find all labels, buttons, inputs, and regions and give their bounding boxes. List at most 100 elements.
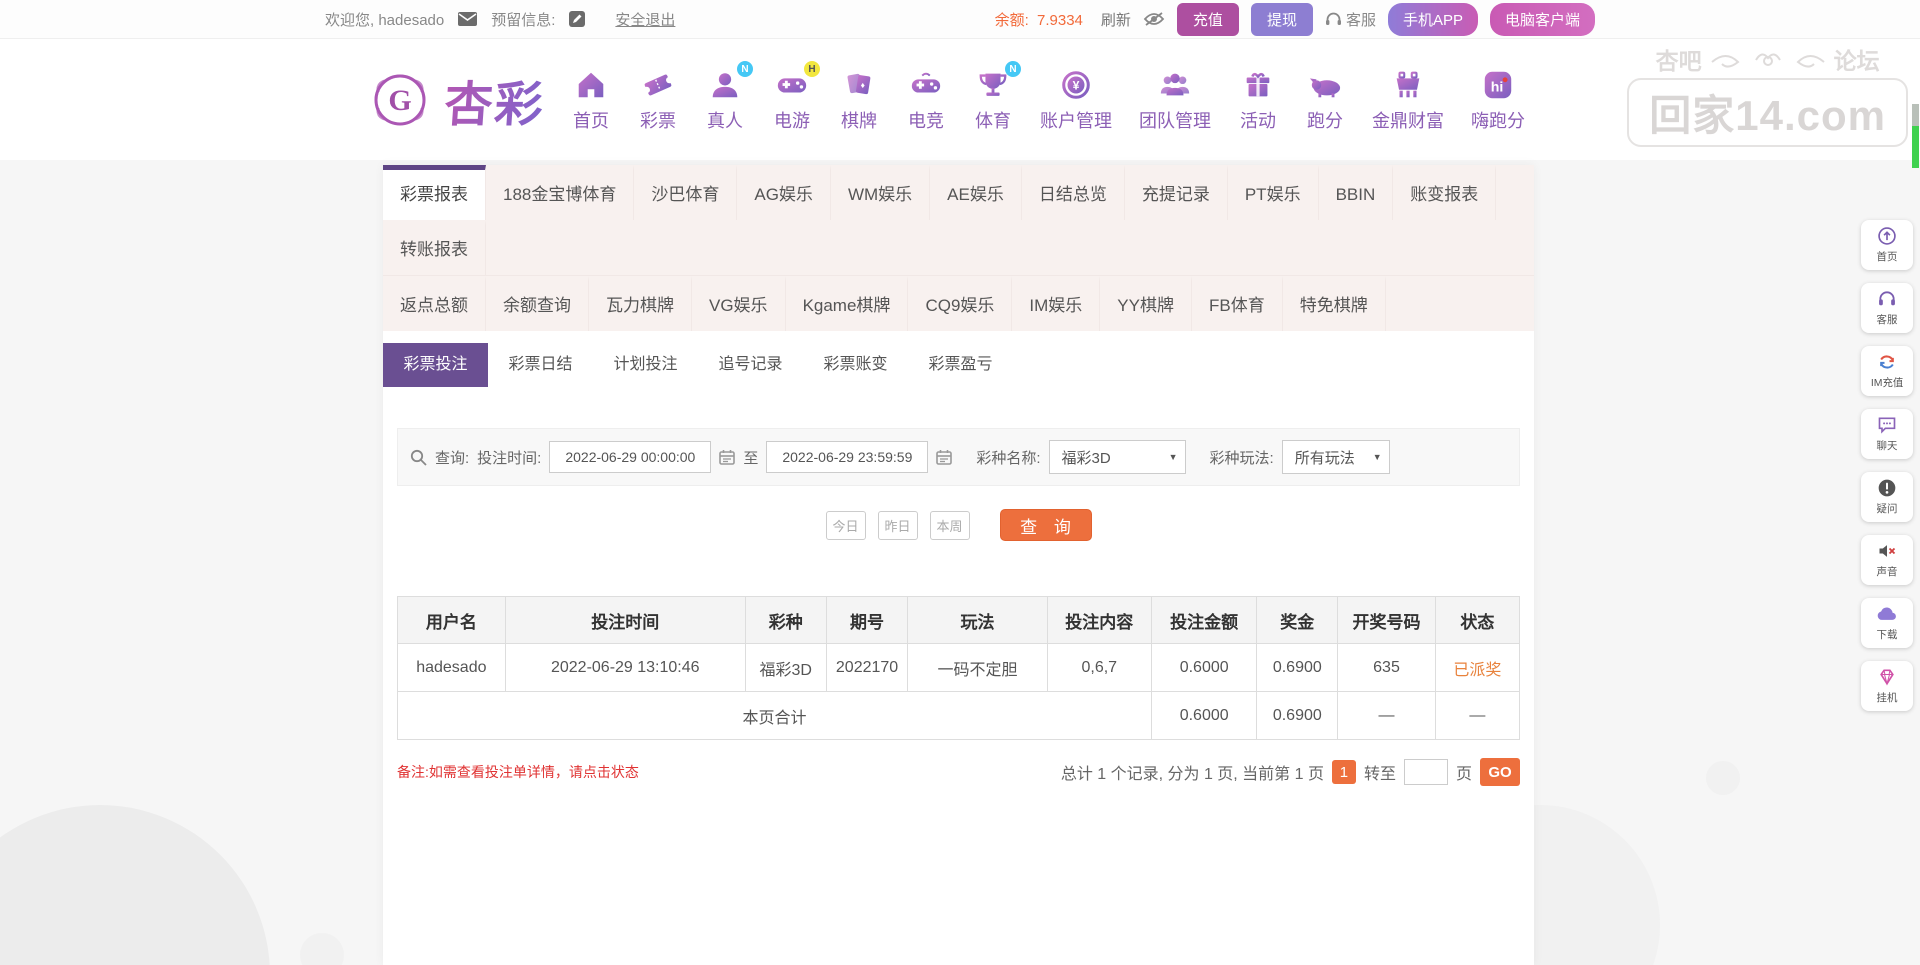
sidebar-item-service[interactable]: 客服	[1861, 283, 1913, 333]
bet-time-label: 投注时间:	[477, 449, 542, 467]
current-page-badge[interactable]: 1	[1331, 760, 1356, 784]
recharge-button[interactable]: 充值	[1176, 2, 1239, 36]
tab-lottery-report[interactable]: 彩票报表	[383, 165, 486, 220]
pc-client-button[interactable]: 电脑客户端	[1489, 2, 1595, 36]
tab-cq9[interactable]: CQ9娱乐	[908, 276, 1013, 331]
scrollbar-thumb[interactable]	[1912, 126, 1919, 168]
edit-icon[interactable]	[569, 11, 586, 27]
tabs-row2: 返点总额 余额查询 瓦力棋牌 VG娱乐 Kgame棋牌 CQ9娱乐 IM娱乐 Y…	[383, 275, 1534, 331]
mobile-app-button[interactable]: 手机APP	[1387, 2, 1478, 36]
balance: 余额: 7.9334	[995, 9, 1083, 30]
subtab-lottery-changes[interactable]: 彩票账变	[803, 343, 908, 387]
tab-fb-sport[interactable]: FB体育	[1192, 276, 1283, 331]
gamepad-icon	[777, 78, 807, 93]
tab-yy-cards[interactable]: YY棋牌	[1100, 276, 1192, 331]
cloud-icon	[1877, 607, 1896, 620]
sidebar-item-im-recharge[interactable]: IM充值	[1861, 346, 1913, 396]
nav-item-home[interactable]: 首页	[571, 66, 611, 133]
nav-item-cards[interactable]: ♦ 棋牌	[839, 66, 879, 133]
table-row: hadesado 2022-06-29 13:10:46 福彩3D 202217…	[397, 643, 1521, 692]
chat-bubble-icon	[1878, 417, 1896, 434]
today-button[interactable]: 今日	[825, 510, 866, 540]
go-button[interactable]: GO	[1480, 758, 1520, 786]
logo[interactable]: G 杏彩	[363, 63, 548, 137]
footer-label: 本页合计	[397, 691, 1152, 740]
refresh-link[interactable]: 刷新	[1101, 9, 1131, 30]
goto-label: 转至	[1363, 766, 1396, 783]
mail-icon[interactable]	[458, 12, 478, 26]
sidebar-item-sound[interactable]: 声音	[1861, 535, 1913, 585]
nav-item-esports[interactable]: 电竞	[906, 66, 946, 133]
subtab-chase-records[interactable]: 追号记录	[698, 343, 803, 387]
tab-rebate-total[interactable]: 返点总额	[383, 276, 486, 331]
yesterday-button[interactable]: 昨日	[877, 510, 918, 540]
nav-item-account[interactable]: ¥ 账户管理	[1040, 66, 1112, 133]
tab-saba-sport[interactable]: 沙巴体育	[634, 165, 738, 220]
nav-item-slots[interactable]: H 电游	[772, 61, 821, 133]
nav-item-lottery[interactable]: 彩票	[638, 66, 678, 133]
sidebar-item-home[interactable]: 首页	[1861, 220, 1913, 270]
gem-icon	[1880, 669, 1894, 686]
tab-temian-cards[interactable]: 特免棋牌	[1283, 276, 1386, 331]
decor-bubble	[1706, 761, 1740, 795]
col-issue: 期号	[825, 596, 909, 644]
calendar-icon[interactable]	[719, 449, 736, 465]
sidebar-item-question[interactable]: 疑问	[1861, 472, 1913, 522]
tab-deposit-records[interactable]: 充提记录	[1125, 165, 1228, 220]
calendar-icon[interactable]	[936, 449, 953, 465]
bets-table: 用户名 投注时间 彩种 期号 玩法 投注内容 投注金额 奖金 开奖号码 状态 h…	[397, 596, 1521, 740]
nav-item-hipaofen[interactable]: hi 嗨跑分	[1471, 66, 1525, 133]
svg-text:hi: hi	[1491, 80, 1504, 96]
subtab-lottery-daily[interactable]: 彩票日结	[488, 343, 593, 387]
time-to-input[interactable]	[766, 441, 929, 473]
withdraw-button[interactable]: 提现	[1250, 2, 1313, 36]
query-label: 查询:	[435, 449, 470, 467]
nav-item-live[interactable]: N 真人	[705, 61, 754, 133]
col-username: 用户名	[397, 596, 506, 644]
play-type-select[interactable]: 所有玩法 ▼	[1281, 440, 1390, 474]
coin-icon: ¥	[1062, 71, 1090, 99]
footer-bet-total: 0.6000	[1150, 691, 1258, 740]
subtab-lottery-pl[interactable]: 彩票盈亏	[908, 343, 1013, 387]
subtab-plan-bets[interactable]: 计划投注	[593, 343, 698, 387]
tab-wali-cards[interactable]: 瓦力棋牌	[589, 276, 692, 331]
logout-link[interactable]: 安全退出	[615, 9, 675, 30]
thisweek-button[interactable]: 本周	[929, 510, 970, 540]
tab-vg[interactable]: VG娱乐	[692, 276, 786, 331]
nav-item-promo[interactable]: 活动	[1238, 66, 1278, 133]
tab-account-change[interactable]: 账变报表	[1393, 165, 1497, 220]
service-link[interactable]: 客服	[1325, 9, 1376, 30]
tab-pt[interactable]: PT娱乐	[1228, 165, 1319, 220]
badge-n: N	[737, 61, 754, 77]
subtab-lottery-bets[interactable]: 彩票投注	[383, 343, 488, 387]
sidebar-item-download[interactable]: 下载	[1861, 598, 1913, 648]
tab-ae[interactable]: AE娱乐	[930, 165, 1022, 220]
scrollbar-thumb-top[interactable]	[1912, 104, 1919, 126]
badge-h: H	[804, 61, 821, 77]
lottery-select[interactable]: 福彩3D ▼	[1048, 440, 1186, 474]
tab-balance-query[interactable]: 余额查询	[486, 276, 589, 331]
tab-transfer-report[interactable]: 转账报表	[383, 220, 486, 275]
tab-wm[interactable]: WM娱乐	[831, 165, 931, 220]
select-arrow-icon: ▼	[1372, 452, 1382, 462]
goto-page-input[interactable]	[1403, 759, 1448, 785]
nav-item-sports[interactable]: N 体育	[973, 61, 1022, 133]
tab-im[interactable]: IM娱乐	[1012, 276, 1101, 331]
search-button[interactable]: 查 询	[999, 509, 1092, 541]
reserved-info-label: 预留信息:	[491, 11, 556, 29]
hi-icon: hi	[1484, 71, 1512, 99]
sidebar-item-hangup[interactable]: 挂机	[1861, 661, 1913, 711]
nav-item-wealth[interactable]: 金鼎财富	[1372, 66, 1444, 133]
tab-daily-summary[interactable]: 日结总览	[1022, 165, 1125, 220]
nav-item-team[interactable]: 团队管理	[1139, 66, 1211, 133]
logo-text: 杏彩	[443, 65, 548, 135]
nav-item-paofen[interactable]: 跑分	[1305, 66, 1345, 133]
eye-off-icon[interactable]	[1143, 11, 1165, 27]
cell-status[interactable]: 已派奖	[1434, 643, 1521, 692]
tab-ag[interactable]: AG娱乐	[737, 165, 831, 220]
tab-bbin[interactable]: BBIN	[1319, 165, 1394, 220]
tab-kgame[interactable]: Kgame棋牌	[786, 276, 909, 331]
tab-188sport[interactable]: 188金宝博体育	[486, 165, 635, 220]
time-from-input[interactable]	[549, 441, 712, 473]
sidebar-item-chat[interactable]: 聊天	[1861, 409, 1913, 459]
